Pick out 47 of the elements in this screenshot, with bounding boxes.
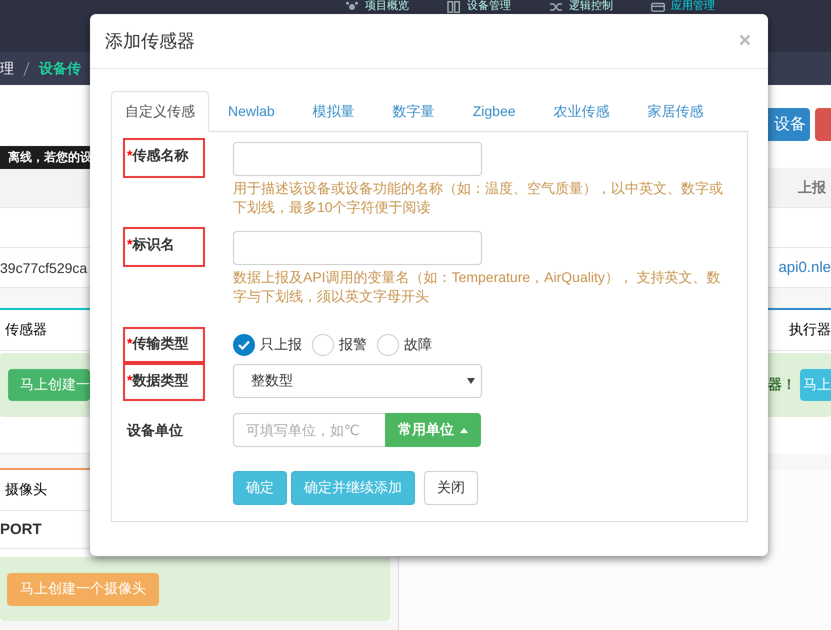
nav-item[interactable]: 逻辑控制 bbox=[569, 0, 613, 13]
radio-button[interactable] bbox=[312, 334, 334, 356]
tab[interactable]: 模拟量 bbox=[294, 91, 374, 131]
table-cell: 39c77cf529ca bbox=[0, 260, 88, 276]
tab[interactable]: 家居传感 bbox=[628, 91, 723, 131]
nav-icon[interactable] bbox=[447, 0, 461, 12]
panel-tab[interactable]: 执行器 bbox=[789, 321, 831, 339]
nav-icon[interactable] bbox=[549, 0, 563, 12]
tab[interactable]: 数字量 bbox=[374, 91, 454, 131]
tab[interactable]: 农业传感 bbox=[534, 91, 629, 131]
select-field[interactable]: 整数型 bbox=[233, 364, 482, 398]
nav-item[interactable]: 项目概览 bbox=[365, 0, 409, 13]
panel-tab[interactable]: 摄像头 bbox=[5, 481, 47, 499]
nav-icon[interactable] bbox=[345, 0, 359, 12]
field-label: *传输类型 bbox=[123, 326, 205, 362]
radio-label[interactable]: 报警 bbox=[339, 336, 367, 354]
field-label: 设备单位 bbox=[126, 421, 184, 440]
input-field[interactable]: 可填写单位，如℃ bbox=[233, 413, 385, 447]
radio-label[interactable]: 只上报 bbox=[260, 336, 302, 354]
dialog-title: 添加传感器 bbox=[105, 30, 195, 53]
caret-icon bbox=[460, 428, 468, 432]
link[interactable]: api0.nle bbox=[778, 259, 831, 276]
help-text: 用于描述该设备或设备功能的名称（如：温度、空气质量），以中英文、数字或下划线，最多10个字符便于阅读 bbox=[233, 179, 724, 217]
panel-tab[interactable]: 传感器 bbox=[5, 321, 47, 339]
breadcrumb-item[interactable]: 设备传 bbox=[39, 60, 81, 78]
input-field[interactable] bbox=[233, 231, 482, 265]
radio-label[interactable]: 故障 bbox=[404, 336, 432, 354]
column-header: PORT bbox=[0, 521, 42, 538]
nav-icon[interactable] bbox=[651, 0, 665, 12]
input-field[interactable] bbox=[233, 142, 482, 176]
field-label: *传感名称 bbox=[123, 138, 205, 178]
caret-icon bbox=[467, 378, 475, 384]
nav-item[interactable]: 设备管理 bbox=[467, 0, 511, 13]
alert-text: 器！ bbox=[768, 376, 796, 394]
tab[interactable]: 自定义传感 bbox=[111, 91, 209, 132]
breadcrumb-item[interactable]: 理 bbox=[0, 60, 14, 78]
close-button[interactable]: 关闭 bbox=[424, 471, 478, 505]
add-device-button[interactable]: 设备 bbox=[768, 108, 810, 141]
tab[interactable]: Zigbee bbox=[454, 91, 535, 131]
tab[interactable]: Newlab bbox=[209, 91, 294, 131]
nav-item[interactable]: 应用管理 bbox=[671, 0, 715, 13]
radio-checked-icon[interactable] bbox=[233, 334, 255, 356]
help-text: 数据上报及API调用的变量名（如：Temperature，AirQuality）， 支持英文、数字与下划线，须以英文字母开头 bbox=[233, 268, 722, 306]
field-label: *标识名 bbox=[123, 227, 205, 267]
column-header: 上报 bbox=[798, 178, 827, 196]
radio-button[interactable] bbox=[377, 334, 399, 356]
field-label: *数据类型 bbox=[123, 363, 205, 401]
